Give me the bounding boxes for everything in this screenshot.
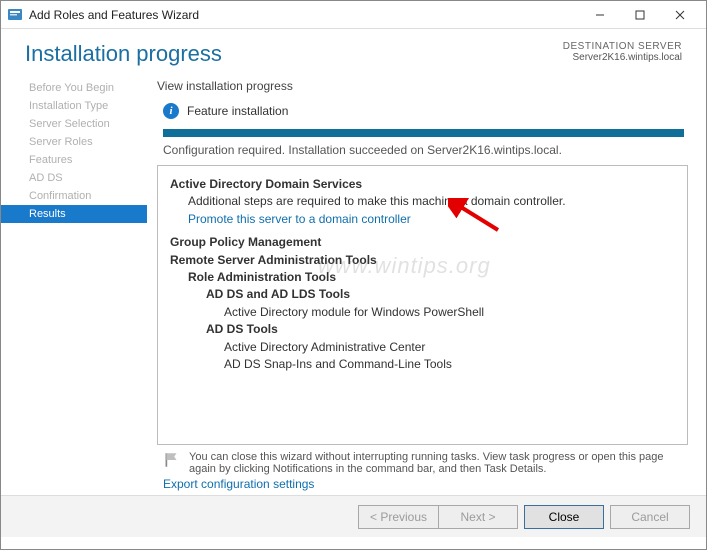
app-icon <box>7 7 23 23</box>
header: Installation progress DESTINATION SERVER… <box>1 29 706 73</box>
content-pane: View installation progress i Feature ins… <box>147 73 706 495</box>
progress-bar <box>163 129 684 137</box>
close-note-row: You can close this wizard without interr… <box>157 445 688 477</box>
flag-icon <box>163 451 181 469</box>
cancel-button: Cancel <box>610 505 690 529</box>
destination-value: Server2K16.wintips.local <box>563 52 682 63</box>
adds-title: Active Directory Domain Services <box>170 177 362 191</box>
addstools-label: AD DS Tools <box>206 322 278 336</box>
view-label: View installation progress <box>157 79 688 93</box>
gpm-label: Group Policy Management <box>170 235 321 249</box>
rsat-label: Remote Server Administration Tools <box>170 253 377 267</box>
sidebar-item-confirmation: Confirmation <box>1 187 147 205</box>
rat-label: Role Administration Tools <box>188 270 336 284</box>
snapins-label: AD DS Snap-Ins and Command-Line Tools <box>170 356 675 373</box>
status-message: Configuration required. Installation suc… <box>157 143 688 157</box>
page-title: Installation progress <box>25 41 222 67</box>
export-config-link[interactable]: Export configuration settings <box>157 477 688 495</box>
results-box: Active Directory Domain Services Additio… <box>157 165 688 445</box>
window-controls <box>580 1 700 29</box>
destination-label: DESTINATION SERVER <box>563 41 682 52</box>
sidebar-item-server-roles: Server Roles <box>1 133 147 151</box>
close-wizard-button[interactable]: Close <box>524 505 604 529</box>
minimize-button[interactable] <box>580 1 620 29</box>
window-title: Add Roles and Features Wizard <box>29 8 580 22</box>
wizard-sidebar: Before You Begin Installation Type Serve… <box>1 73 147 495</box>
titlebar: Add Roles and Features Wizard <box>1 1 706 29</box>
adac-label: Active Directory Administrative Center <box>170 339 675 356</box>
info-icon: i <box>163 103 179 119</box>
maximize-button[interactable] <box>620 1 660 29</box>
sidebar-item-results[interactable]: Results <box>1 205 147 223</box>
sidebar-item-ad-ds: AD DS <box>1 169 147 187</box>
footer: < Previous Next > Close Cancel <box>1 495 706 537</box>
sidebar-item-before-you-begin: Before You Begin <box>1 79 147 97</box>
next-button: Next > <box>438 505 518 529</box>
promote-link[interactable]: Promote this server to a domain controll… <box>188 212 411 226</box>
adlds-label: AD DS and AD LDS Tools <box>206 287 350 301</box>
sidebar-item-features: Features <box>1 151 147 169</box>
close-note: You can close this wizard without interr… <box>189 451 684 475</box>
sidebar-item-server-selection: Server Selection <box>1 115 147 133</box>
admod-label: Active Directory module for Windows Powe… <box>170 304 675 321</box>
nav-button-group: < Previous Next > <box>358 505 518 529</box>
destination-server-block: DESTINATION SERVER Server2K16.wintips.lo… <box>563 41 682 63</box>
status-row: i Feature installation <box>157 103 688 119</box>
close-button[interactable] <box>660 1 700 29</box>
previous-button: < Previous <box>358 505 438 529</box>
status-title: Feature installation <box>187 104 288 118</box>
adds-note: Additional steps are required to make th… <box>170 193 675 210</box>
sidebar-item-installation-type: Installation Type <box>1 97 147 115</box>
